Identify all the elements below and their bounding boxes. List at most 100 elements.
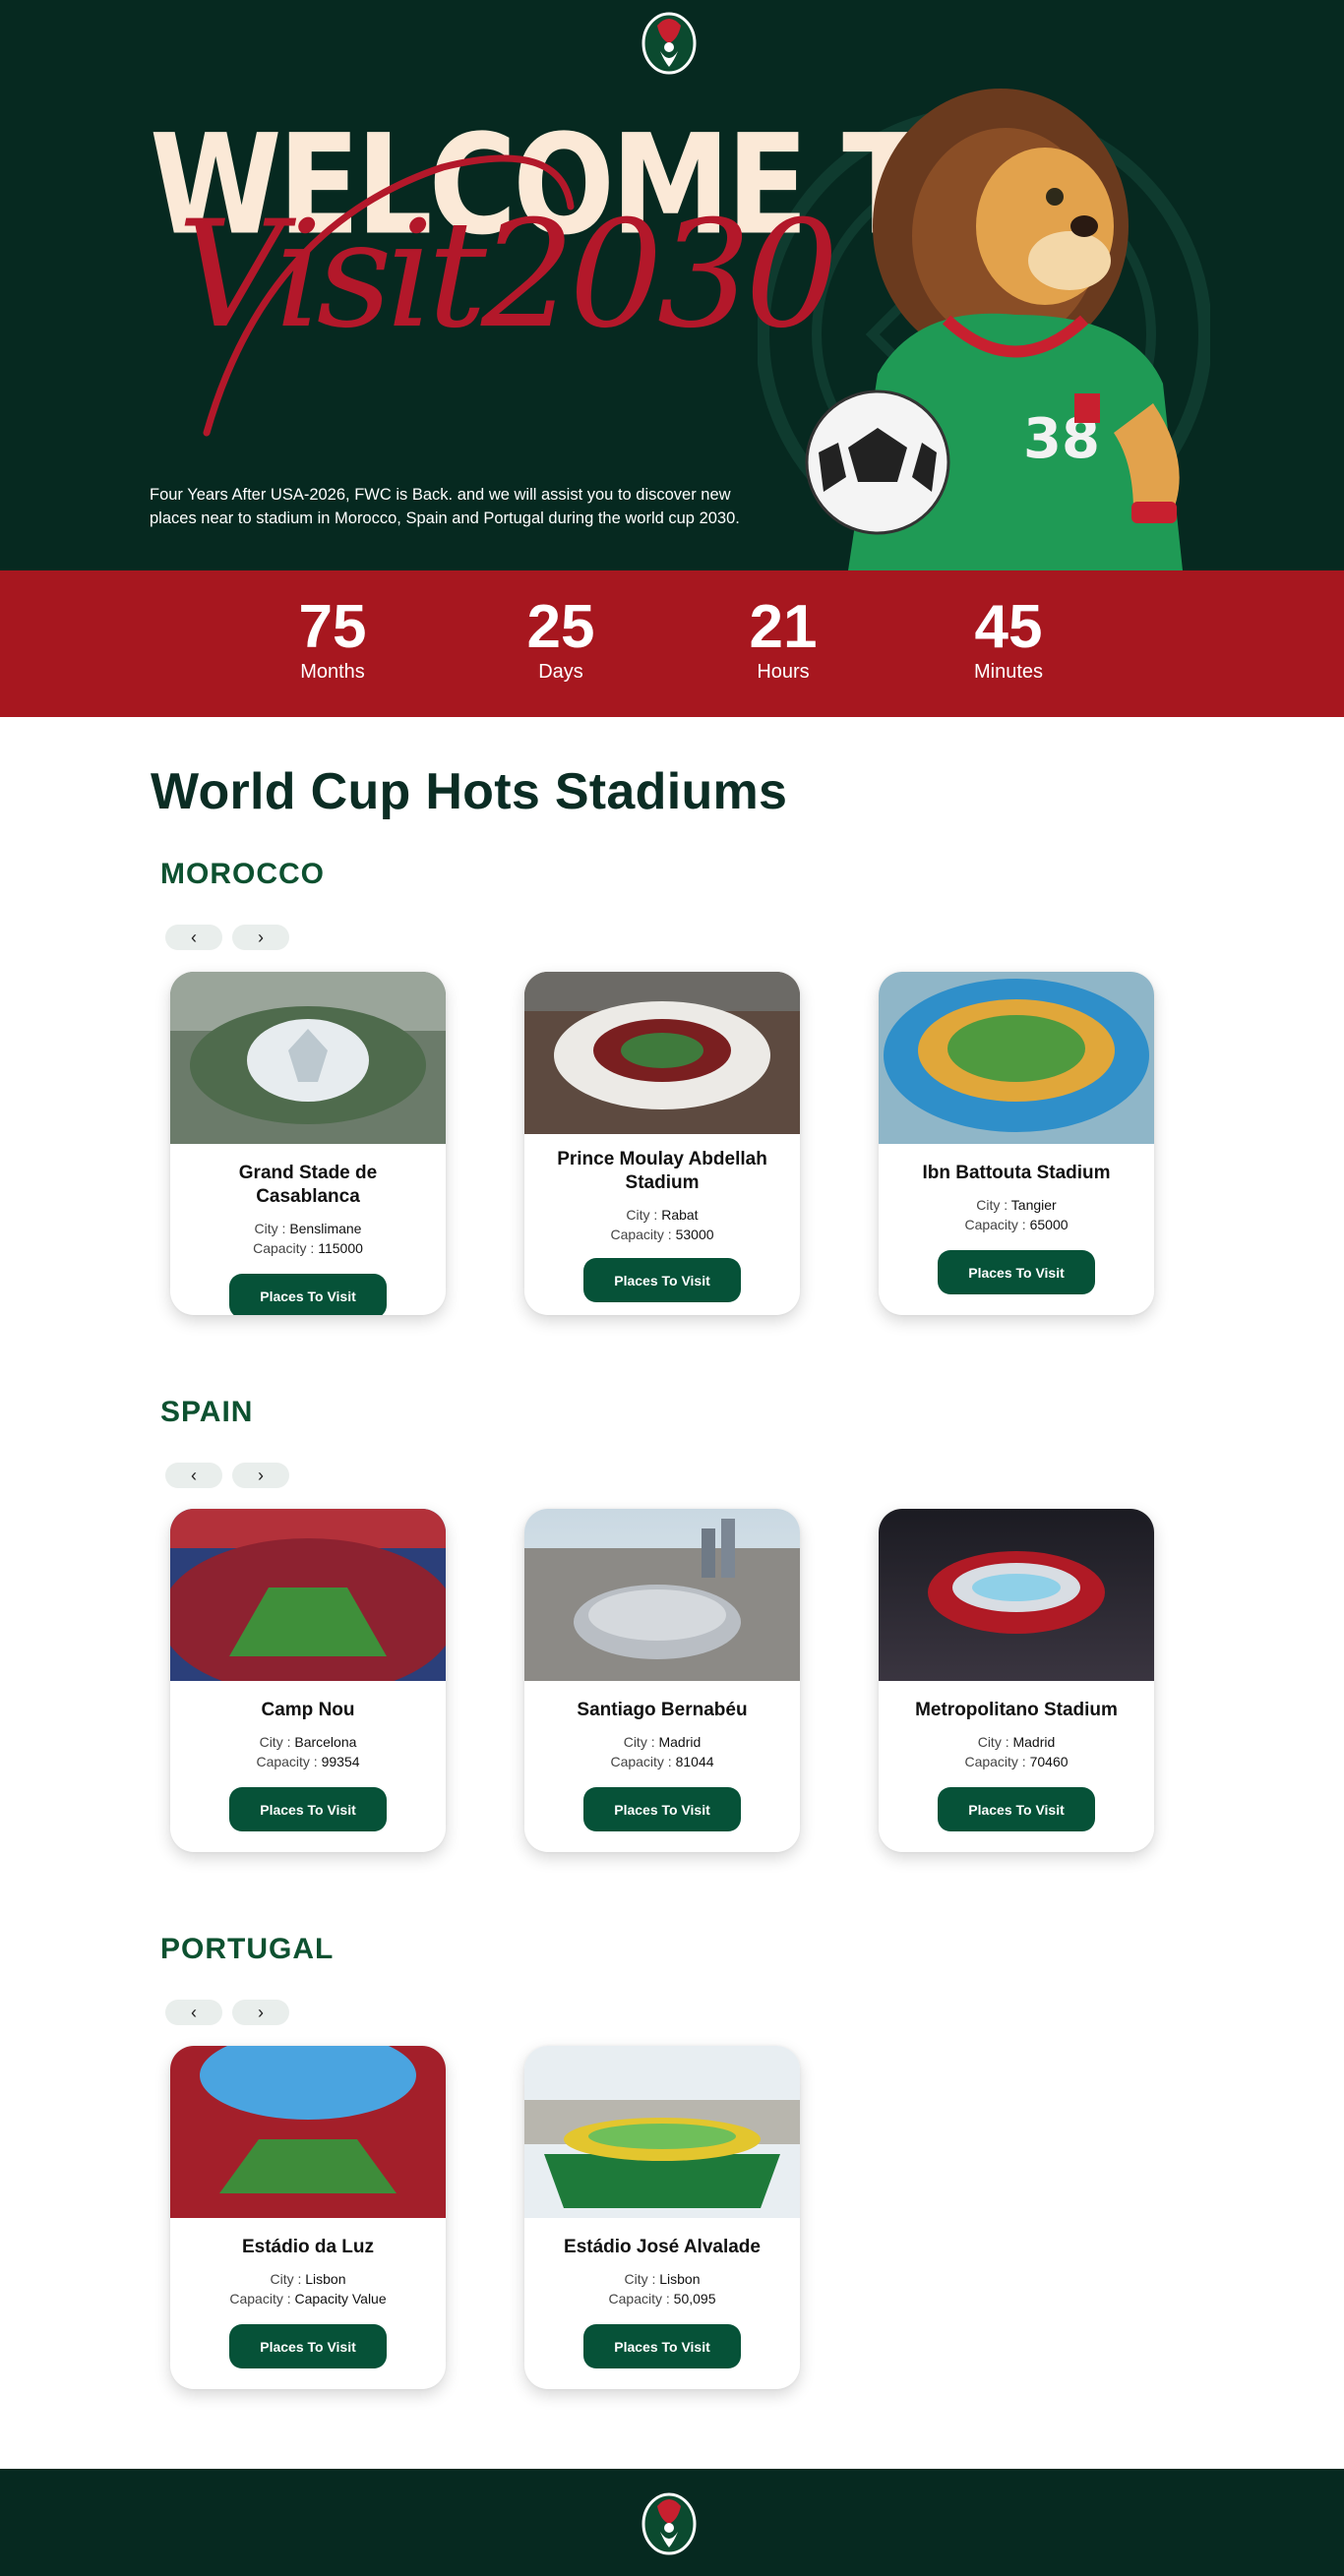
- capacity-value: Capacity Value: [294, 2291, 387, 2306]
- stadium-card: Santiago Bernabéu City : Madrid Capacity…: [524, 1509, 800, 1852]
- countdown-value: 21: [749, 593, 818, 661]
- capacity-value: 70460: [1029, 1754, 1069, 1769]
- city-value: Lisbon: [305, 2271, 346, 2287]
- countdown-hours: 21 Hours: [704, 596, 862, 685]
- stadium-city: City : Madrid: [540, 1732, 784, 1752]
- city-label: City :: [270, 2271, 306, 2287]
- capacity-label: Capacity :: [229, 2291, 295, 2306]
- countdown-value: 45: [974, 593, 1043, 661]
- capacity-value: 53000: [675, 1227, 714, 1242]
- stadium-city: City : Lisbon: [186, 2269, 430, 2289]
- places-to-visit-button[interactable]: Places To Visit: [229, 1274, 387, 1315]
- capacity-label: Capacity :: [253, 1240, 319, 1256]
- places-to-visit-button[interactable]: Places To Visit: [938, 1250, 1095, 1294]
- countdown-value: 25: [526, 593, 595, 661]
- stadium-name: Camp Nou: [261, 1700, 355, 1720]
- section-title-portugal: PORTUGAL: [160, 1933, 335, 1965]
- city-label: City :: [254, 1221, 290, 1236]
- chevron-left-icon: ‹: [191, 2002, 197, 2022]
- places-to-visit-button[interactable]: Places To Visit: [583, 1787, 741, 1831]
- next-button[interactable]: ›: [232, 1463, 289, 1488]
- city-value: Madrid: [658, 1734, 702, 1750]
- countdown-days: 25 Days: [482, 596, 640, 685]
- chevron-right-icon: ›: [258, 1465, 264, 1485]
- countdown-label: Hours: [757, 661, 810, 683]
- prev-button[interactable]: ‹: [165, 1463, 222, 1488]
- city-label: City :: [626, 1207, 662, 1223]
- next-button[interactable]: ›: [232, 925, 289, 950]
- hero-script-title: Visit2030: [177, 190, 839, 361]
- chevron-right-icon: ›: [258, 2002, 264, 2022]
- capacity-value: 115000: [318, 1240, 363, 1256]
- city-value: Barcelona: [294, 1734, 357, 1750]
- stadium-name: Grand Stade de Casablanca: [238, 1163, 378, 1207]
- stadium-image: [170, 2046, 446, 2218]
- city-label: City :: [624, 2271, 660, 2287]
- stadium-image: [524, 972, 800, 1134]
- stadium-image: [524, 2046, 800, 2218]
- stadium-card: Metropolitano Stadium City : Madrid Capa…: [879, 1509, 1154, 1852]
- stadium-name: Santiago Bernabéu: [577, 1700, 748, 1720]
- stadium-city: City : Lisbon: [540, 2269, 784, 2289]
- page-title: World Cup Hots Stadiums: [151, 763, 788, 820]
- section-title-morocco: MOROCCO: [160, 858, 325, 890]
- world-cup-logo-icon[interactable]: [641, 6, 698, 77]
- stadium-image: [524, 1509, 800, 1681]
- capacity-value: 50,095: [673, 2291, 716, 2306]
- stadium-capacity: Capacity : 65000: [894, 1215, 1138, 1234]
- capacity-value: 65000: [1029, 1217, 1069, 1232]
- stadium-city: City : Madrid: [894, 1732, 1138, 1752]
- places-to-visit-button[interactable]: Places To Visit: [229, 1787, 387, 1831]
- city-value: Lisbon: [659, 2271, 701, 2287]
- stadium-name: Estádio José Alvalade: [564, 2237, 761, 2257]
- stadium-city: City : Barcelona: [186, 1732, 430, 1752]
- countdown-months: 75 Months: [254, 596, 411, 685]
- section-title-spain: SPAIN: [160, 1396, 254, 1428]
- city-label: City :: [623, 1734, 659, 1750]
- stadium-capacity: Capacity : 53000: [540, 1225, 784, 1244]
- world-cup-logo-icon[interactable]: [641, 2486, 698, 2557]
- countdown-label: Months: [300, 661, 365, 683]
- countdown-label: Days: [538, 661, 583, 683]
- stadium-card: Estádio José Alvalade City : Lisbon Capa…: [524, 2046, 800, 2389]
- chevron-left-icon: ‹: [191, 927, 197, 947]
- capacity-label: Capacity :: [608, 2291, 674, 2306]
- capacity-value: 99354: [321, 1754, 360, 1769]
- city-value: Tangier: [1010, 1197, 1057, 1213]
- stadium-image: [879, 1509, 1154, 1681]
- lion-mascot-image: 38: [805, 89, 1183, 570]
- city-label: City :: [259, 1734, 295, 1750]
- next-button[interactable]: ›: [232, 2000, 289, 2025]
- stadium-card: Grand Stade de Casablanca City : Benslim…: [170, 972, 446, 1315]
- places-to-visit-button[interactable]: Places To Visit: [583, 1258, 741, 1302]
- stadium-name: Prince Moulay Abdellah Stadium: [557, 1149, 767, 1193]
- places-to-visit-button[interactable]: Places To Visit: [229, 2324, 387, 2368]
- stadium-capacity: Capacity : 70460: [894, 1752, 1138, 1771]
- city-value: Benslimane: [289, 1221, 362, 1236]
- stadium-card: Ibn Battouta Stadium City : Tangier Capa…: [879, 972, 1154, 1315]
- footer: [0, 2469, 1344, 2576]
- chevron-left-icon: ‹: [191, 1465, 197, 1485]
- stadium-capacity: Capacity : 99354: [186, 1752, 430, 1771]
- prev-button[interactable]: ‹: [165, 925, 222, 950]
- chevron-right-icon: ›: [258, 927, 264, 947]
- prev-button[interactable]: ‹: [165, 2000, 222, 2025]
- city-value: Rabat: [661, 1207, 699, 1223]
- stadium-card: Estádio da Luz City : Lisbon Capacity : …: [170, 2046, 446, 2389]
- stadium-city: City : Benslimane: [186, 1219, 430, 1238]
- stadium-image: [170, 1509, 446, 1681]
- stadium-capacity: Capacity : 115000: [186, 1238, 430, 1258]
- stadium-capacity: Capacity : 81044: [540, 1752, 784, 1771]
- city-label: City :: [977, 1734, 1013, 1750]
- countdown-minutes: 45 Minutes: [930, 596, 1087, 685]
- stadium-name: Metropolitano Stadium: [915, 1700, 1118, 1720]
- capacity-value: 81044: [675, 1754, 714, 1769]
- stadium-capacity: Capacity : Capacity Value: [186, 2289, 430, 2308]
- places-to-visit-button[interactable]: Places To Visit: [938, 1787, 1095, 1831]
- city-value: Madrid: [1012, 1734, 1056, 1750]
- countdown-value: 75: [298, 593, 367, 661]
- stadium-city: City : Rabat: [540, 1205, 784, 1225]
- city-label: City :: [976, 1197, 1011, 1213]
- places-to-visit-button[interactable]: Places To Visit: [583, 2324, 741, 2368]
- capacity-label: Capacity :: [610, 1227, 676, 1242]
